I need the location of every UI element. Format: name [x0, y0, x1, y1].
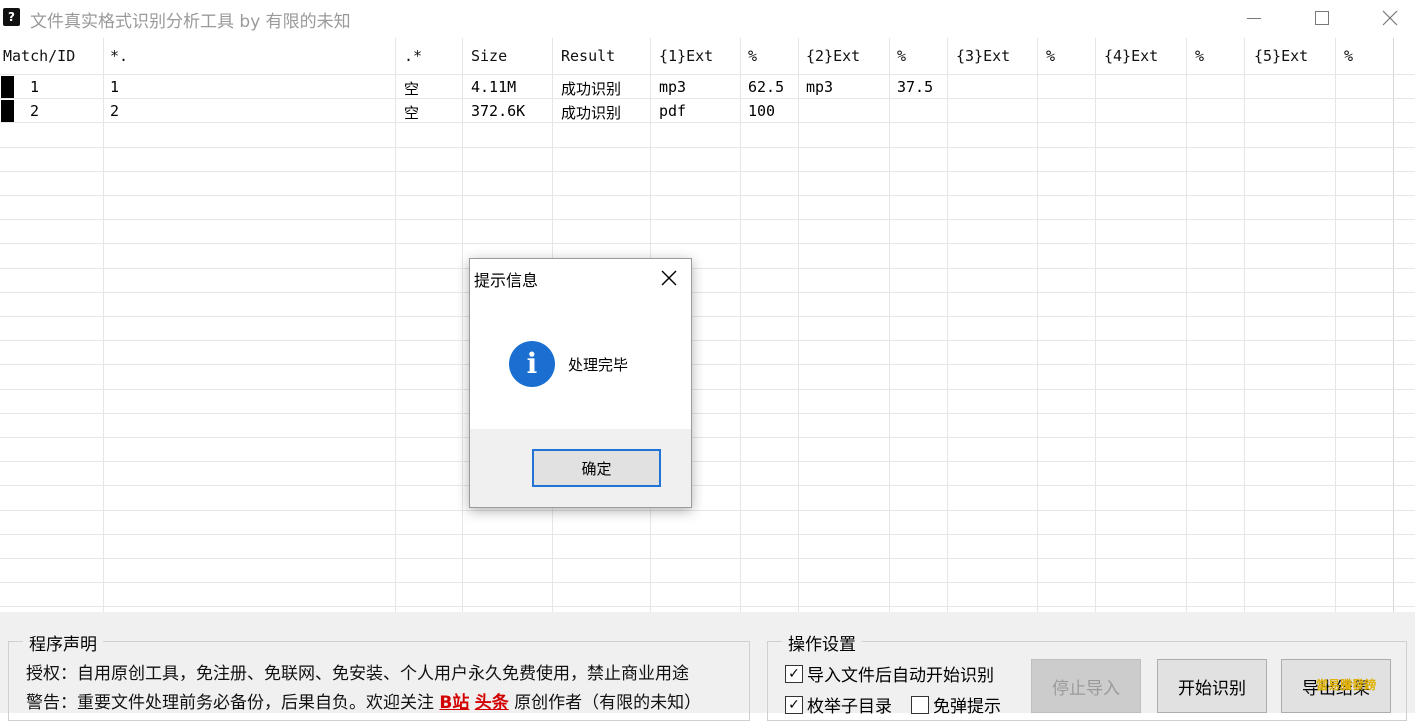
- column-header[interactable]: %: [1195, 47, 1204, 65]
- no-popup-checkbox[interactable]: [911, 695, 929, 714]
- start-button[interactable]: 开始识别: [1157, 659, 1267, 713]
- close-button[interactable]: [1367, 0, 1413, 36]
- bottom-panel: 程序声明 授权：自用原创工具，免注册、免联网、免安装、个人用户永久免费使用，禁止…: [0, 612, 1415, 721]
- license-text: 授权：自用原创工具，免注册、免联网、免安装、个人用户永久免费使用，禁止商业用途: [26, 664, 689, 684]
- info-icon: i: [509, 341, 555, 387]
- column-header[interactable]: %: [897, 47, 906, 65]
- maximize-icon: [1315, 11, 1329, 25]
- settings-legend: 操作设置: [782, 630, 862, 655]
- column-header[interactable]: Result: [561, 47, 615, 65]
- warning-text: 警告：重要文件处理前务必备份，后果自负。欢迎关注 B站 头条 原创作者（有限的未…: [26, 688, 701, 713]
- auto-start-checkbox[interactable]: ✓: [785, 664, 803, 683]
- dialog-close-button[interactable]: [654, 265, 684, 291]
- dialog-title: 提示信息: [474, 271, 539, 290]
- auto-start-option[interactable]: ✓ 导入文件后自动开始识别: [785, 661, 994, 686]
- table-cell[interactable]: 成功识别: [561, 78, 621, 99]
- table-cell[interactable]: mp3: [659, 78, 686, 96]
- results-table[interactable]: Match/ID *. .* Size Result {1}Ext% {2}Ext% {3}E…: [0, 38, 1415, 612]
- column-header[interactable]: %: [1344, 47, 1353, 65]
- dialog-message: 处理完毕: [568, 356, 629, 374]
- app-icon: ?: [3, 8, 20, 26]
- bilibili-link[interactable]: B站: [439, 693, 469, 713]
- column-header[interactable]: Size: [471, 47, 507, 65]
- close-icon: [661, 270, 677, 286]
- column-header[interactable]: %: [748, 47, 757, 65]
- table-cell[interactable]: 成功识别: [561, 102, 621, 123]
- column-header[interactable]: {4}Ext: [1104, 47, 1158, 65]
- table-cell[interactable]: 空: [404, 78, 419, 99]
- table-cell[interactable]: 37.5: [897, 78, 933, 96]
- close-icon: [1382, 10, 1398, 26]
- warning-text-suffix: 原创作者（有限的未知）: [508, 693, 702, 713]
- grid-lines: [0, 38, 1415, 612]
- no-popup-label: 免弹提示: [933, 697, 1001, 717]
- column-header[interactable]: {2}Ext: [806, 47, 860, 65]
- table-cell[interactable]: 372.6K: [471, 102, 525, 120]
- enum-subdir-option[interactable]: ✓ 枚举子目录: [785, 692, 892, 717]
- table-cell[interactable]: 2: [110, 102, 119, 120]
- table-cell[interactable]: 1: [30, 78, 39, 96]
- column-header[interactable]: .*: [404, 47, 422, 65]
- enum-subdir-checkbox[interactable]: ✓: [785, 695, 803, 714]
- table-cell[interactable]: mp3: [806, 78, 833, 96]
- notice-legend: 程序声明: [23, 630, 103, 655]
- row-selector[interactable]: [1, 76, 14, 98]
- no-popup-option[interactable]: 免弹提示: [911, 692, 1001, 717]
- column-header[interactable]: {1}Ext: [659, 47, 713, 65]
- maximize-button[interactable]: [1299, 0, 1345, 36]
- enum-subdir-label: 枚举子目录: [807, 697, 892, 717]
- ok-button[interactable]: 确定: [532, 449, 661, 487]
- window-title: 文件真实格式识别分析工具 by 有限的未知: [30, 12, 351, 32]
- table-cell[interactable]: pdf: [659, 102, 686, 120]
- minimize-icon: [1247, 18, 1261, 19]
- warning-text-prefix: 警告：重要文件处理前务必备份，后果自负。欢迎关注: [26, 693, 440, 713]
- table-cell[interactable]: 2: [30, 102, 39, 120]
- table-cell[interactable]: 1: [110, 78, 119, 96]
- stop-import-button[interactable]: 停止导入: [1031, 659, 1141, 713]
- row-selector[interactable]: [1, 100, 14, 123]
- table-cell[interactable]: 空: [404, 102, 419, 123]
- minimize-button[interactable]: [1231, 0, 1277, 36]
- column-header[interactable]: Match/ID: [3, 47, 75, 65]
- column-header[interactable]: {3}Ext: [956, 47, 1010, 65]
- info-dialog: 提示信息 i 处理完毕 确定: [469, 258, 692, 508]
- table-cell[interactable]: 62.5: [748, 78, 784, 96]
- watermark: 當易騰發鎊: [1316, 678, 1377, 692]
- dialog-footer: 确定: [470, 429, 691, 507]
- column-header[interactable]: *.: [110, 47, 128, 65]
- toutiao-link[interactable]: 头条: [475, 693, 509, 713]
- table-cell[interactable]: 4.11M: [471, 78, 516, 96]
- title-bar: ? 文件真实格式识别分析工具 by 有限的未知: [0, 0, 1415, 36]
- table-cell[interactable]: 100: [748, 102, 775, 120]
- column-header[interactable]: {5}Ext: [1254, 47, 1308, 65]
- column-header[interactable]: %: [1046, 47, 1055, 65]
- auto-start-label: 导入文件后自动开始识别: [807, 666, 994, 686]
